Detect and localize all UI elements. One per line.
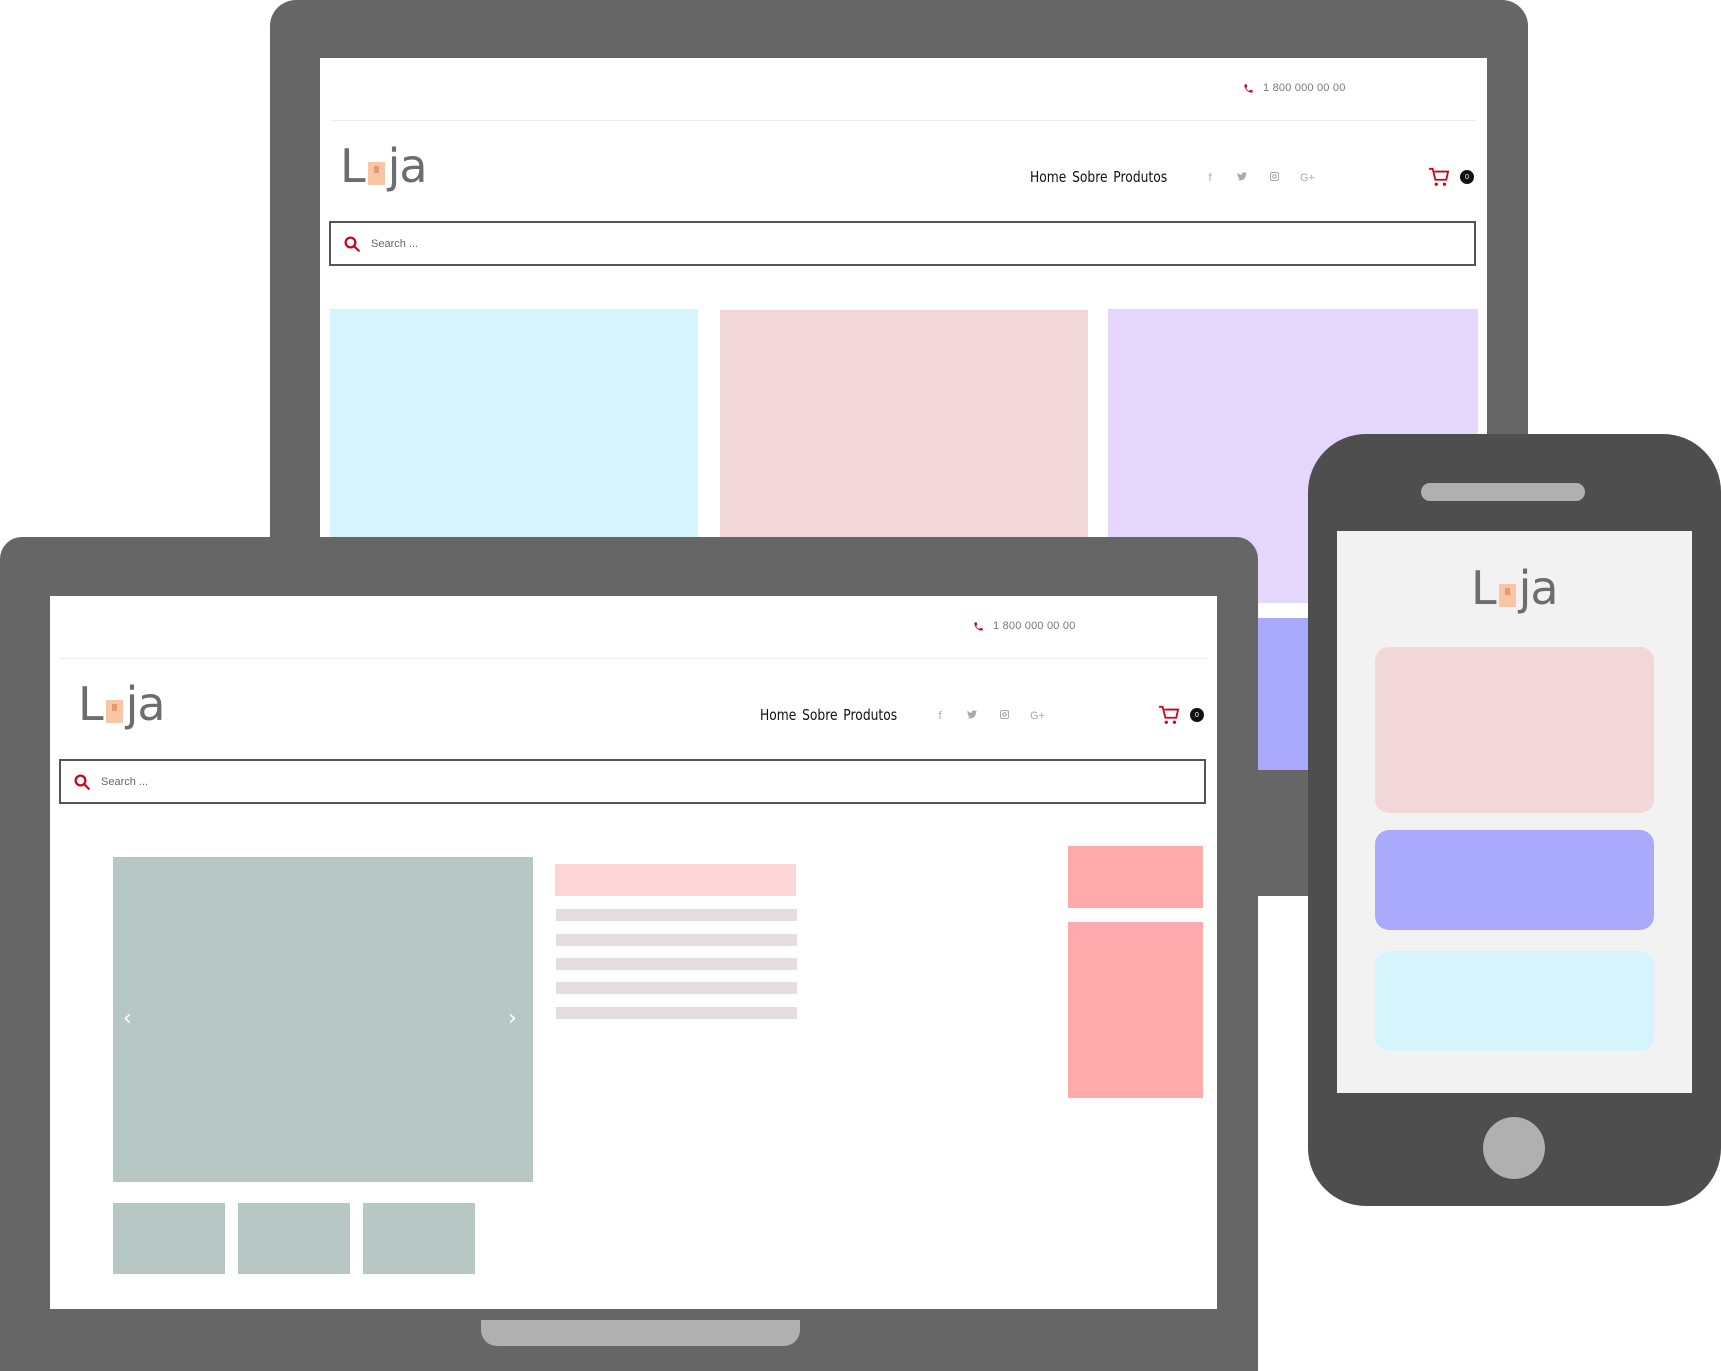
logo-mark [367,162,385,185]
topbar: 1 800 000 00 00 [330,58,1477,121]
cart[interactable]: 0 [1428,167,1474,187]
nav-home[interactable]: Home [760,706,796,724]
main-nav: Home Sobre Produtos [760,706,897,724]
logo-text-right: ja [1518,561,1559,615]
description-line-2 [556,934,797,946]
product-title-placeholder [555,864,796,896]
search-icon [344,236,360,252]
contact-phone[interactable]: 1 800 000 00 00 [973,620,1076,632]
promo-banner-small[interactable] [1068,846,1203,908]
phone-home-button[interactable] [1483,1117,1545,1179]
product-tile-1[interactable] [330,309,698,538]
phone-number: 1 800 000 00 00 [1263,82,1346,94]
nav-sobre[interactable]: Sobre [1072,168,1108,186]
logo[interactable]: Lja [78,677,166,731]
phone-icon [1244,83,1253,93]
phone-screen: Lja [1337,531,1692,1093]
logo-mark [1498,584,1516,607]
nav-home[interactable]: Home [1030,168,1066,186]
social-links: f G+ [934,709,1045,722]
google-plus-icon[interactable]: G+ [1300,172,1315,184]
logo-mark [105,700,123,723]
logo-text-right: ja [125,677,166,731]
logo-text-right: ja [387,139,428,193]
instagram-icon[interactable] [998,709,1010,722]
logo[interactable]: Lja [1471,561,1559,615]
search-bar [59,759,1206,804]
description-line-4 [556,982,797,994]
monitor-screen: 1 800 000 00 00 Lja Home Sobre Produtos … [320,58,1487,538]
mobile-card-3[interactable] [1375,951,1654,1051]
cart-count-badge: 0 [1460,170,1474,184]
twitter-icon[interactable] [966,710,978,722]
product-tile-2[interactable] [720,310,1088,538]
gallery-thumbnail-1[interactable] [113,1203,225,1274]
logo-text-left: L [340,139,366,193]
search-bar [329,221,1476,266]
cart[interactable]: 0 [1158,705,1204,725]
promo-banner-large[interactable] [1068,922,1203,1098]
cart-icon [1159,705,1180,724]
mobile-card-1[interactable] [1375,647,1654,813]
nav-sobre[interactable]: Sobre [802,706,838,724]
cart-count-badge: 0 [1190,708,1204,722]
instagram-icon[interactable] [1268,171,1280,184]
social-links: f G+ [1204,171,1315,184]
gallery-next-arrow[interactable]: › [508,1006,517,1031]
logo[interactable]: Lja [340,139,428,193]
laptop-trackpad [481,1320,800,1346]
topbar: 1 800 000 00 00 [60,596,1207,659]
description-line-3 [556,958,797,970]
phone-icon [974,621,983,631]
facebook-icon[interactable]: f [1204,172,1216,184]
gallery-thumbnail-2[interactable] [238,1203,350,1274]
phone-number: 1 800 000 00 00 [993,620,1076,632]
twitter-icon[interactable] [1236,172,1248,184]
mobile-card-2[interactable] [1375,830,1654,930]
description-line-5 [556,1007,797,1019]
description-line-1 [556,909,797,921]
main-nav: Home Sobre Produtos [1030,168,1167,186]
logo-text-left: L [1471,561,1497,615]
nav-produtos[interactable]: Produtos [843,706,897,724]
gallery-prev-arrow[interactable]: ‹ [123,1006,132,1031]
product-tile-4[interactable] [1258,618,1308,770]
search-input[interactable] [101,775,501,788]
phone-speaker [1421,483,1585,501]
search-icon [74,774,90,790]
google-plus-icon[interactable]: G+ [1030,710,1045,722]
cart-icon [1429,167,1450,186]
laptop-screen: 1 800 000 00 00 Lja Home Sobre Produtos … [50,596,1217,1309]
search-input[interactable] [371,237,771,250]
nav-produtos[interactable]: Produtos [1113,168,1167,186]
facebook-icon[interactable]: f [934,710,946,722]
gallery-thumbnail-3[interactable] [363,1203,475,1274]
product-main-image[interactable] [113,857,533,1182]
logo-text-left: L [78,677,104,731]
contact-phone[interactable]: 1 800 000 00 00 [1243,82,1346,94]
